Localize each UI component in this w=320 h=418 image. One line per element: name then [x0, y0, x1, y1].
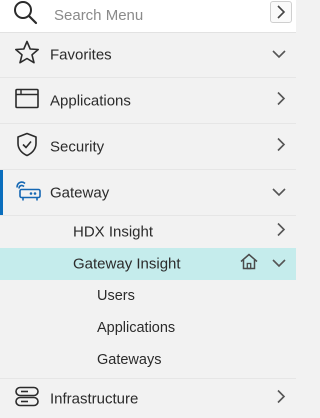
- chevron-down-icon: [272, 255, 286, 273]
- submenu-item-hdx-insight[interactable]: HDX Insight: [0, 216, 296, 248]
- chevron-down-icon: [272, 184, 286, 202]
- menu-item-label: Favorites: [50, 46, 112, 63]
- submenu-item-label: Gateway Insight: [73, 255, 181, 273]
- menu-item-label: Gateway: [50, 184, 110, 201]
- submenu-item-gateways[interactable]: Gateways: [0, 344, 296, 376]
- submenu-item-label: Gateways: [97, 352, 162, 368]
- chevron-right-icon: [276, 389, 286, 408]
- chevron-right-icon: [276, 222, 286, 242]
- collapse-menu-button[interactable]: [270, 1, 292, 23]
- search-input[interactable]: [52, 4, 256, 26]
- star-icon: [14, 39, 40, 70]
- navigation-menu: Favorites Applications Security: [0, 0, 296, 418]
- menu-item-label: Applications: [50, 92, 131, 109]
- window-icon: [14, 86, 40, 115]
- submenu-item-gateway-insight[interactable]: Gateway Insight: [0, 248, 296, 280]
- menu-item-gateway[interactable]: Gateway: [0, 170, 296, 216]
- menu-item-favorites[interactable]: Favorites: [0, 32, 296, 78]
- chevron-right-icon: [276, 137, 286, 156]
- server-icon: [14, 384, 40, 413]
- menu-item-infrastructure[interactable]: Infrastructure: [0, 378, 296, 418]
- search-bar: [0, 0, 296, 33]
- gateway-icon: [14, 178, 42, 207]
- submenu-item-label: HDX Insight: [73, 223, 154, 241]
- home-icon[interactable]: [240, 253, 258, 275]
- submenu-item-label: Users: [97, 288, 135, 304]
- search-icon: [12, 0, 38, 31]
- menu-item-label: Security: [50, 138, 105, 155]
- chevron-down-icon: [272, 46, 286, 64]
- shield-check-icon: [14, 131, 40, 162]
- menu-item-label: Infrastructure: [50, 390, 139, 407]
- submenu-item-label: Applications: [97, 320, 176, 336]
- submenu-item-applications[interactable]: Applications: [0, 312, 296, 344]
- submenu-item-users[interactable]: Users: [0, 280, 296, 312]
- chevron-right-icon: [276, 91, 286, 110]
- menu-item-applications[interactable]: Applications: [0, 78, 296, 124]
- menu-item-security[interactable]: Security: [0, 124, 296, 170]
- chevron-right-icon: [277, 5, 286, 19]
- active-indicator: [0, 170, 3, 215]
